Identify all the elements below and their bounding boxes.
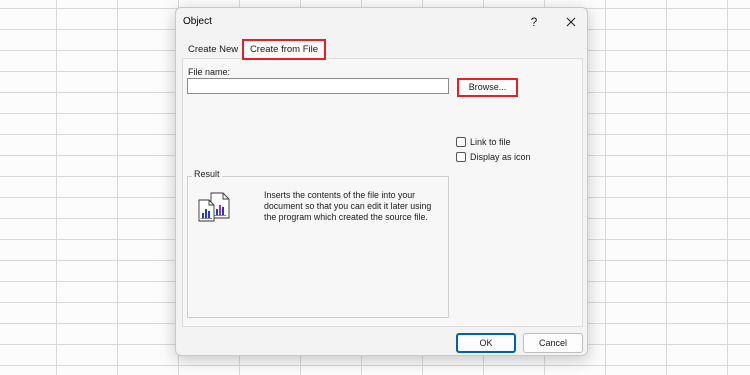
close-icon bbox=[566, 17, 576, 27]
cancel-button[interactable]: Cancel bbox=[523, 333, 583, 353]
file-name-label-text: File name: bbox=[188, 67, 231, 77]
title-bar: Object ? bbox=[176, 8, 587, 36]
close-button[interactable] bbox=[559, 12, 583, 32]
display-as-icon-checkbox[interactable] bbox=[456, 152, 466, 162]
link-to-file-option[interactable]: Link to file bbox=[456, 137, 511, 147]
ok-button[interactable]: OK bbox=[456, 333, 516, 353]
object-dialog: Object ? Create New Create from File Fil… bbox=[175, 7, 588, 356]
help-button[interactable]: ? bbox=[522, 12, 546, 32]
result-description: Inserts the contents of the file into yo… bbox=[264, 190, 432, 222]
display-as-icon-label: Display as icon bbox=[470, 152, 531, 162]
result-legend: Result bbox=[192, 169, 222, 179]
file-link-icon bbox=[198, 192, 230, 222]
display-as-icon-option[interactable]: Display as icon bbox=[456, 152, 531, 162]
file-name-label: File name: bbox=[188, 67, 230, 77]
tab-create-from-file[interactable]: Create from File bbox=[242, 39, 326, 60]
link-to-file-checkbox[interactable] bbox=[456, 137, 466, 147]
link-to-file-label: Link to file bbox=[470, 137, 511, 147]
browse-button[interactable]: Browse... bbox=[457, 78, 518, 97]
tab-create-new[interactable]: Create New bbox=[183, 41, 243, 59]
dialog-title: Object bbox=[183, 16, 212, 27]
file-name-input[interactable] bbox=[187, 78, 449, 94]
